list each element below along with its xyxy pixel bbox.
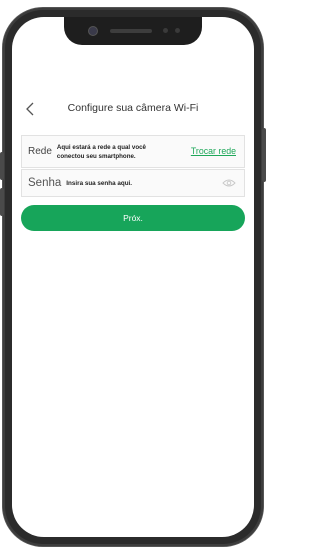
notch	[64, 17, 202, 45]
volume-up-button	[0, 152, 4, 180]
proximity-sensor	[163, 28, 168, 33]
phone-frame: Configure sua câmera Wi-Fi Rede Aqui est…	[0, 8, 266, 546]
network-label: Rede	[28, 146, 52, 157]
network-field: Rede Aqui estará a rede a qual você cone…	[21, 135, 245, 168]
page-header: Configure sua câmera Wi-Fi	[12, 99, 254, 119]
earpiece-speaker	[110, 29, 152, 33]
phone-screen: Configure sua câmera Wi-Fi Rede Aqui est…	[12, 17, 254, 537]
next-button[interactable]: Próx.	[21, 205, 245, 231]
front-camera	[88, 26, 98, 36]
page-title: Configure sua câmera Wi-Fi	[67, 102, 199, 114]
light-sensor	[175, 28, 180, 33]
change-network-link[interactable]: Trocar rede	[191, 146, 236, 156]
network-info-text: Aqui estará a rede a qual você conectou …	[56, 143, 146, 160]
password-field: Senha	[21, 169, 245, 197]
power-button	[262, 128, 266, 182]
password-label: Senha	[28, 177, 62, 189]
eye-icon[interactable]	[222, 178, 236, 188]
volume-down-button	[0, 188, 4, 216]
password-input[interactable]	[66, 179, 217, 187]
